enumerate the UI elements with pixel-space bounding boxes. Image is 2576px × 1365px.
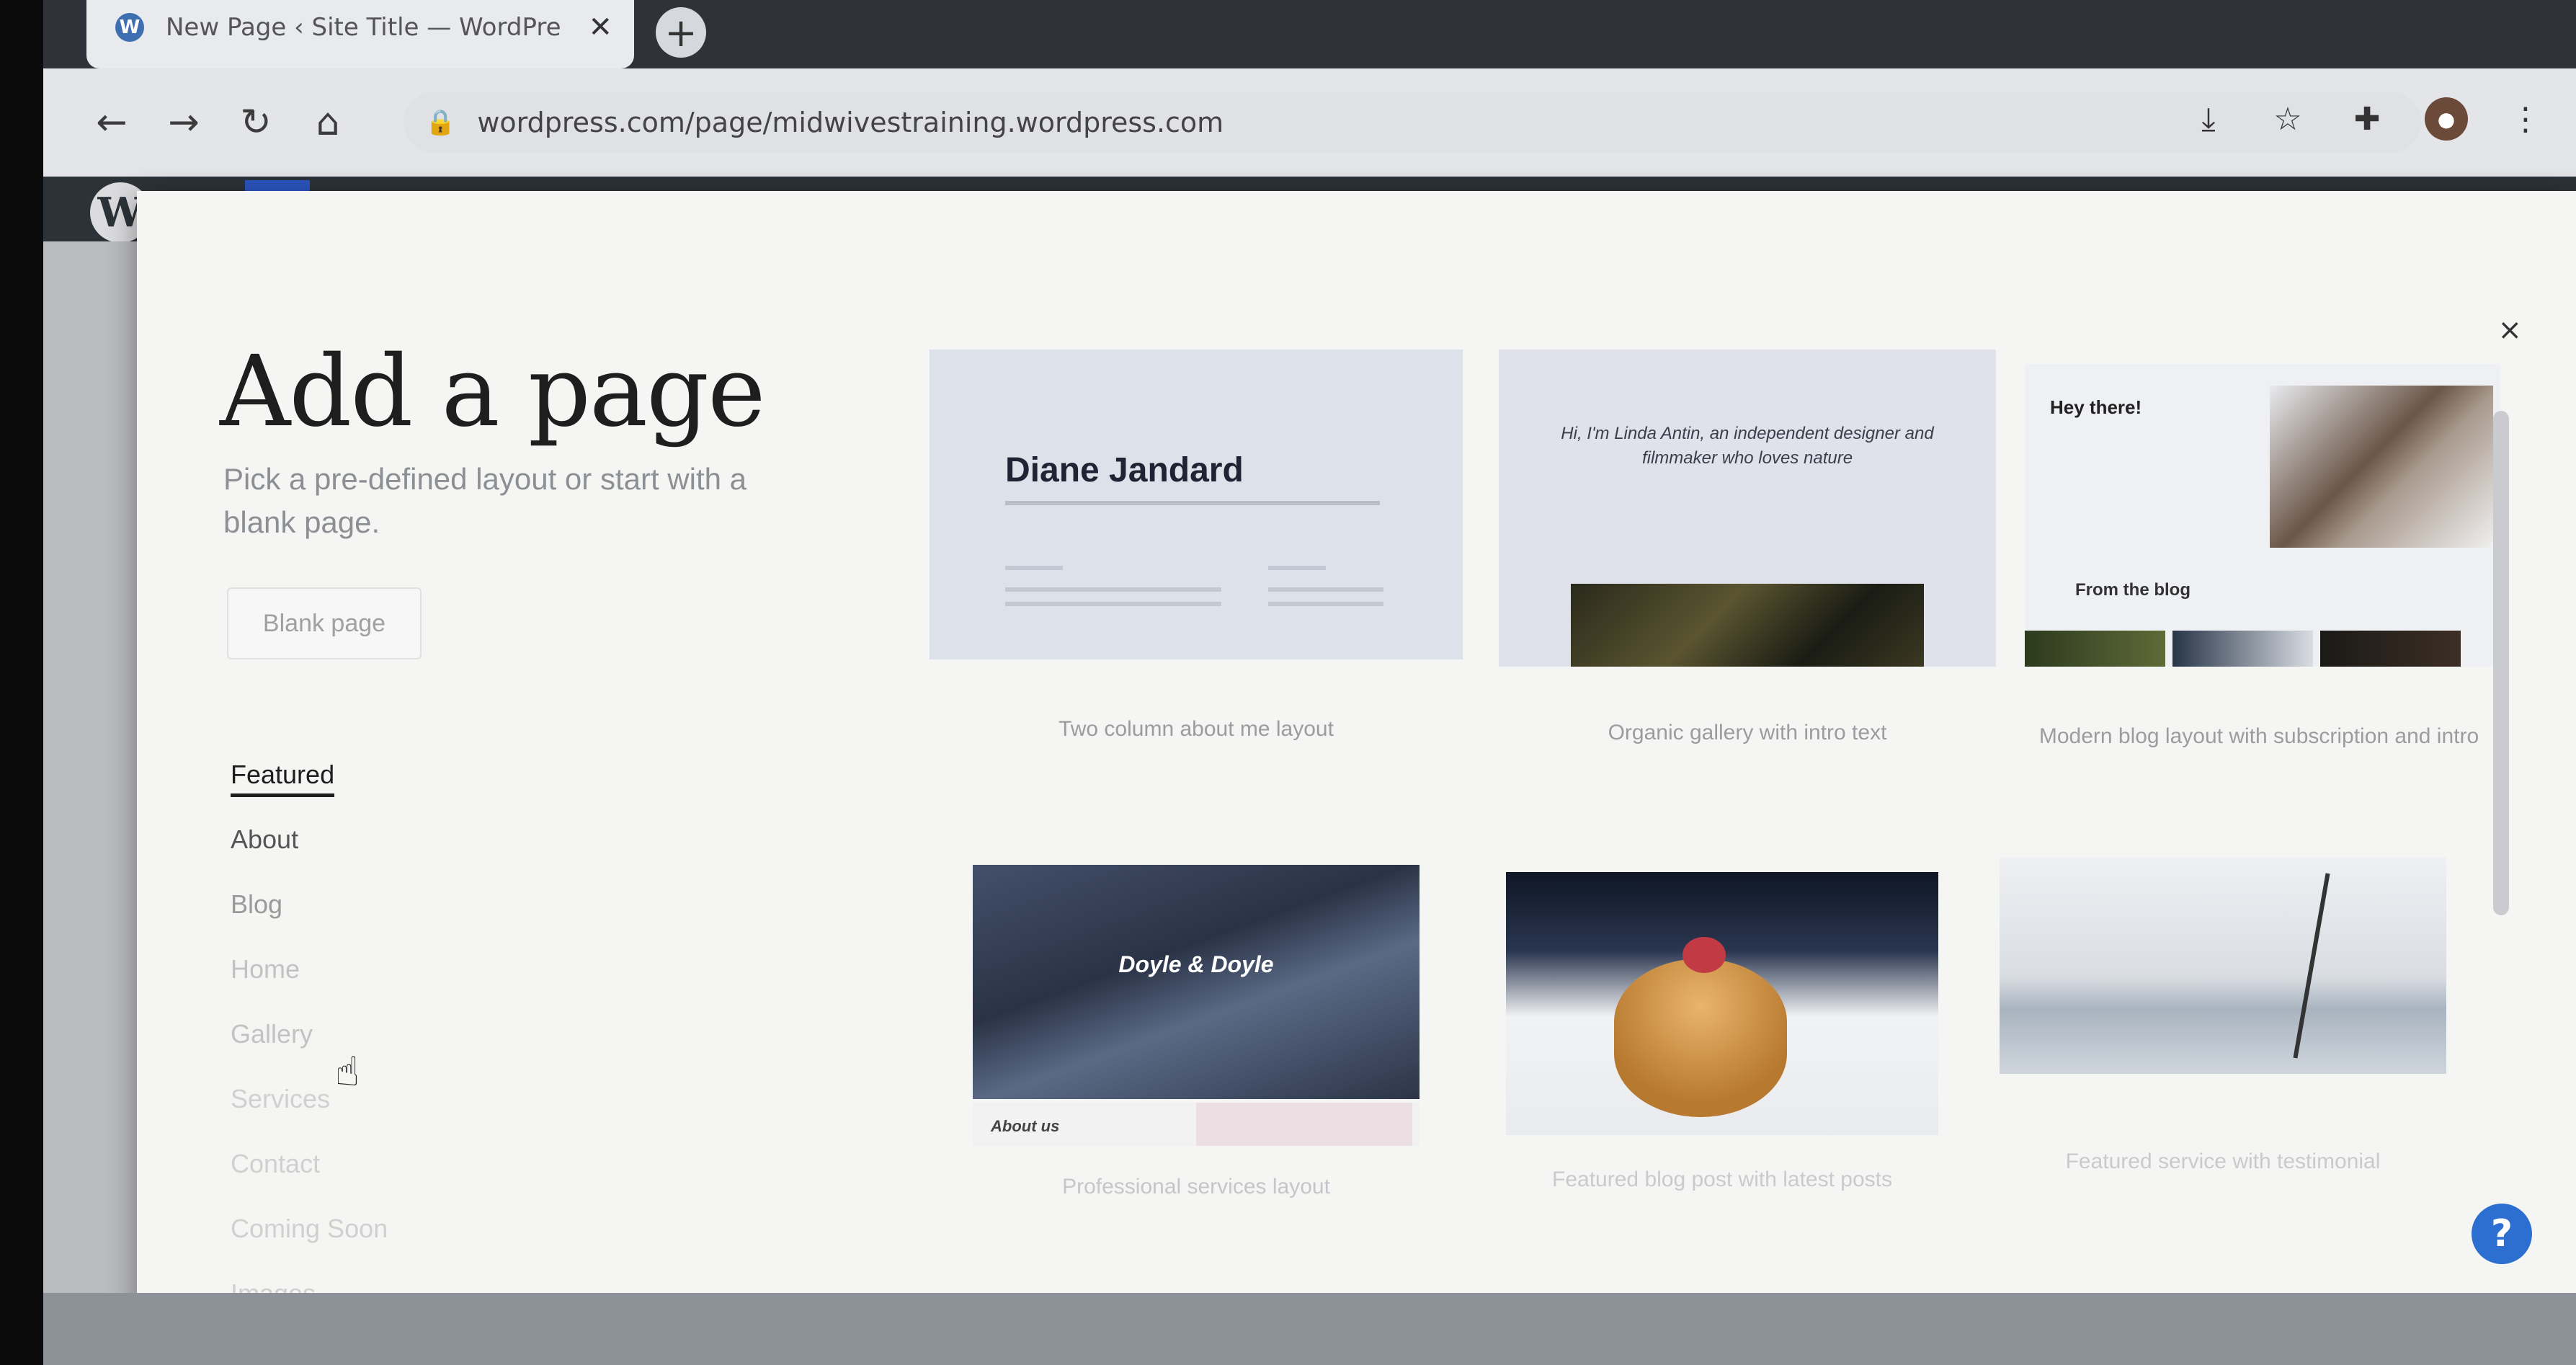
os-taskbar: [43, 1293, 2576, 1365]
home-button[interactable]: ⌂: [303, 97, 353, 148]
preview-name: Doyle & Doyle: [1118, 951, 1274, 977]
preview-name: Diane Jandard: [1005, 451, 1244, 489]
category-home[interactable]: Home: [227, 948, 388, 1013]
back-button[interactable]: ←: [86, 97, 137, 148]
toolbar-actions: ⤓ ☆ ✚ ● ⋮: [2187, 97, 2547, 141]
forward-button[interactable]: →: [159, 97, 209, 148]
layout-modern-blog-preview[interactable]: Hey there! From the blog: [2025, 364, 2500, 667]
category-services[interactable]: Services: [227, 1077, 388, 1142]
new-tab-button[interactable]: +: [656, 7, 706, 58]
layout-two-column-about-preview[interactable]: Diane Jandard: [930, 350, 1463, 659]
preview-photo: [2025, 631, 2165, 667]
tab-close-icon[interactable]: ✕: [588, 11, 612, 44]
preview-text-line: [1005, 602, 1221, 606]
download-icon[interactable]: ⤓: [2187, 97, 2230, 141]
modal-title: Add a page: [220, 335, 766, 449]
modal-scrollbar[interactable]: [2493, 411, 2509, 915]
category-gallery[interactable]: Gallery: [227, 1013, 388, 1077]
layout-label: Featured blog post with latest posts: [1552, 1168, 1892, 1191]
modal-subtitle: Pick a pre-defined layout or start with …: [223, 462, 747, 539]
bookmark-star-icon[interactable]: ☆: [2266, 97, 2309, 141]
preview-photo: [2320, 631, 2461, 667]
layout-professional-services-preview[interactable]: Doyle & Doyle: [973, 865, 1420, 1099]
close-icon[interactable]: ×: [2497, 314, 2522, 347]
preview-photo: [1196, 1103, 1412, 1146]
preview-text-line: [1268, 566, 1326, 570]
layout-label: Organic gallery with intro text: [1608, 721, 1887, 744]
preview-photo: [1614, 959, 1787, 1117]
preview-photo: [1683, 937, 1726, 973]
blank-page-button[interactable]: Blank page: [227, 587, 422, 659]
layout-professional-services-footer: About us: [973, 1103, 1420, 1146]
browser-toolbar: ← → ↻ ⌂ 🔒 wordpress.com/page/midwivestra…: [43, 68, 2576, 177]
preview-text-line: [1268, 602, 1383, 606]
layout-label: Two column about me layout: [1059, 717, 1334, 741]
wordpress-favicon-icon: W: [115, 12, 144, 42]
profile-avatar-icon[interactable]: ●: [2425, 97, 2468, 141]
preview-text-line: [1268, 587, 1383, 592]
category-coming-soon[interactable]: Coming Soon: [227, 1207, 388, 1272]
extensions-puzzle-icon[interactable]: ✚: [2345, 97, 2389, 141]
add-page-modal: × Add a page Pick a pre-defined layout o…: [137, 191, 2576, 1330]
hand-cursor-icon: ☝: [335, 1049, 360, 1095]
browser-tab[interactable]: W New Page ‹ Site Title — WordPre ✕: [86, 0, 634, 68]
reload-button[interactable]: ↻: [231, 97, 281, 148]
preview-photo: [1571, 584, 1924, 667]
preview-heading: Hey there!: [2050, 396, 2142, 418]
address-bar[interactable]: 🔒 wordpress.com/page/midwivestraining.wo…: [404, 92, 2421, 153]
preview-photo: [2293, 873, 2330, 1059]
preview-subheading: About us: [991, 1117, 1060, 1135]
category-contact[interactable]: Contact: [227, 1142, 388, 1207]
lock-icon: 🔒: [425, 108, 456, 137]
tab-title: New Page ‹ Site Title — WordPre: [166, 12, 561, 42]
layout-label: Featured service with testimonial: [2065, 1150, 2381, 1173]
address-url: wordpress.com/page/midwivestraining.word…: [477, 107, 1224, 138]
preview-photo: [2270, 386, 2493, 548]
category-featured[interactable]: Featured: [227, 753, 388, 818]
layout-featured-service-preview[interactable]: [2000, 858, 2446, 1074]
category-list: Featured About Blog Home Gallery Service…: [227, 753, 388, 1337]
preview-text-line: [1005, 587, 1221, 592]
layout-featured-blog-post-preview[interactable]: [1506, 872, 1938, 1135]
menu-kebab-icon[interactable]: ⋮: [2504, 97, 2547, 141]
browser-tabstrip: W New Page ‹ Site Title — WordPre ✕ +: [43, 0, 2576, 68]
screen: W New Page ‹ Site Title — WordPre ✕ + ← …: [43, 0, 2576, 1365]
help-button[interactable]: ?: [2472, 1204, 2532, 1264]
preview-text-line: [1005, 501, 1380, 505]
preview-intro-text: Hi, I'm Linda Antin, an independent desi…: [1561, 424, 1934, 468]
category-blog[interactable]: Blog: [227, 883, 388, 948]
layout-label: Modern blog layout with subscription and…: [2038, 724, 2479, 748]
layout-label: Professional services layout: [1062, 1175, 1330, 1199]
preview-photo: [2172, 631, 2313, 667]
preview-text-line: [1005, 566, 1063, 570]
preview-subheading: From the blog: [2075, 580, 2191, 600]
category-about[interactable]: About: [227, 818, 388, 883]
layout-organic-gallery-preview[interactable]: Hi, I'm Linda Antin, an independent desi…: [1499, 350, 1996, 667]
